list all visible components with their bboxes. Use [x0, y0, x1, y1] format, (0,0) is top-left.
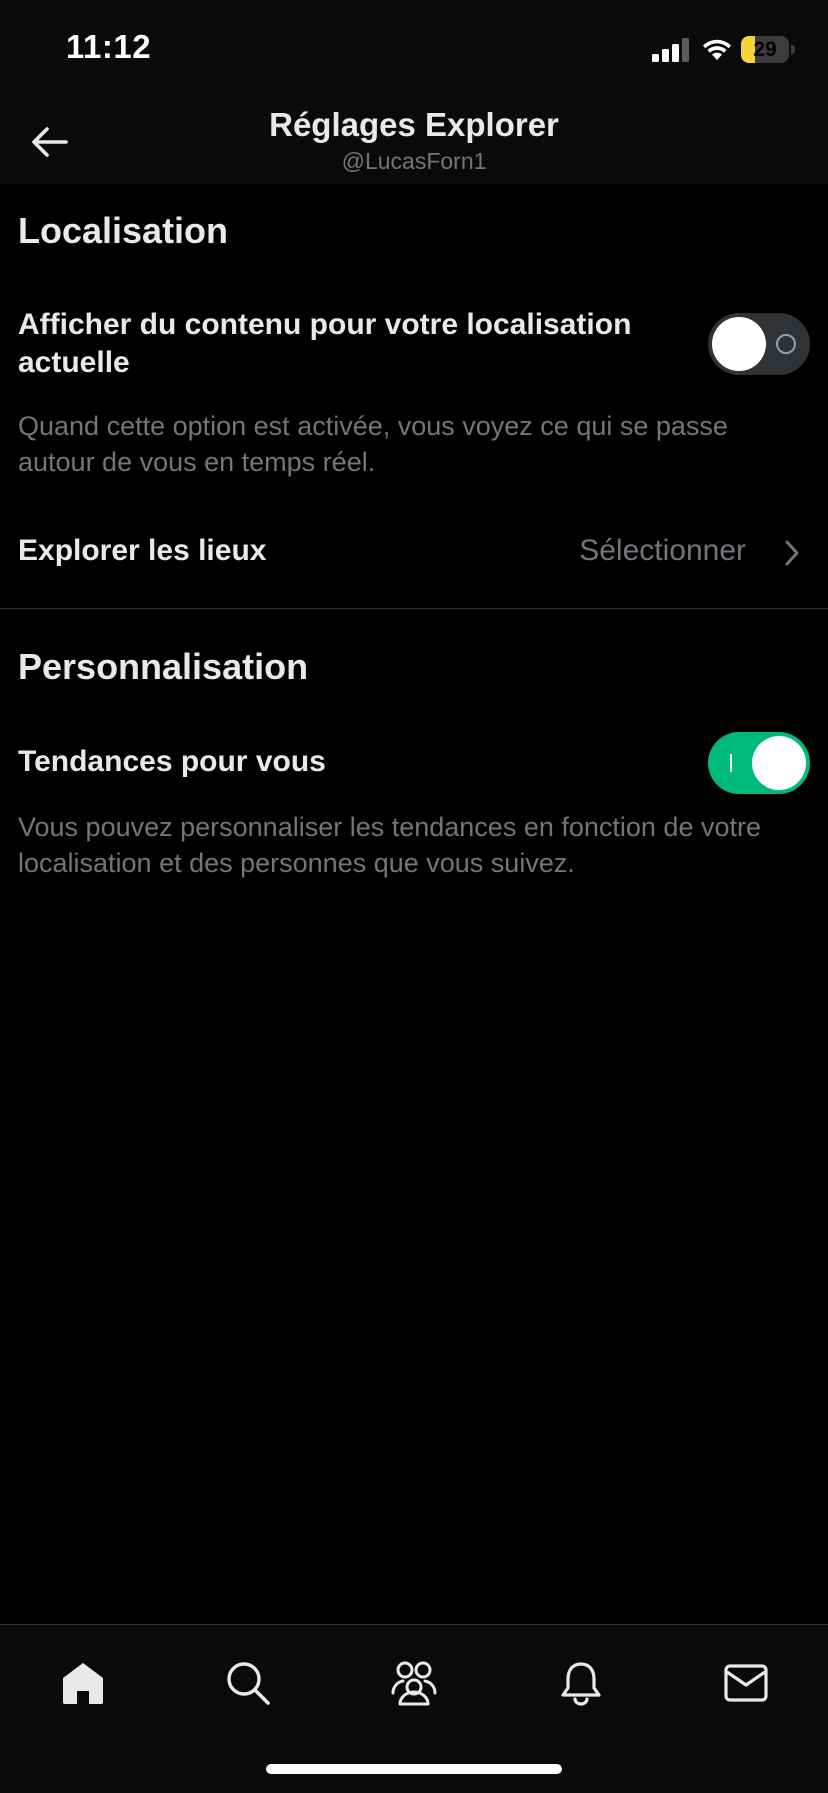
section-title-personalization: Personnalisation — [18, 646, 309, 687]
explore-places-row[interactable]: Explorer les lieux Sélectionner — [0, 510, 828, 595]
trends-for-you-toggle[interactable] — [708, 732, 810, 794]
status-time: 11:12 — [66, 28, 152, 65]
tab-messages[interactable] — [714, 1651, 778, 1715]
tab-search[interactable] — [216, 1651, 280, 1715]
home-indicator — [266, 1764, 562, 1774]
page-subtitle-username: @LucasForn1 — [341, 148, 487, 174]
notifications-bell-icon — [561, 1662, 601, 1706]
communities-icon — [391, 1661, 437, 1706]
home-icon — [63, 1663, 103, 1704]
section-divider — [0, 608, 828, 609]
signal-icon — [652, 38, 689, 62]
tab-home[interactable] — [51, 1651, 115, 1715]
wifi-icon — [703, 39, 731, 60]
battery-icon: 29 — [741, 36, 797, 63]
current-location-description: Quand cette option est activée, vous voy… — [18, 411, 728, 477]
current-location-label: Afficher du contenu pour votre localisat… — [18, 308, 632, 379]
toggle-off-mark — [776, 334, 796, 354]
explore-places-value: Sélectionner — [579, 534, 746, 567]
page-title: Réglages Explorer — [269, 106, 559, 143]
search-icon — [227, 1662, 270, 1705]
current-location-toggle[interactable] — [708, 313, 810, 375]
toggle-on-mark — [730, 754, 732, 772]
toggle-knob — [752, 736, 806, 790]
trends-for-you-label: Tendances pour vous — [18, 745, 326, 778]
battery-level: 29 — [753, 38, 777, 61]
toggle-knob — [712, 317, 766, 371]
page-header: Réglages Explorer @LucasForn1 — [0, 100, 828, 184]
tab-notifications[interactable] — [549, 1651, 613, 1715]
status-bar: 11:12 29 — [0, 0, 828, 100]
chevron-right-icon — [785, 540, 799, 566]
messages-mail-icon — [724, 1664, 768, 1702]
explore-places-label: Explorer les lieux — [18, 534, 267, 567]
tab-communities[interactable] — [382, 1651, 446, 1715]
trends-for-you-description: Vous pouvez personnaliser les tendances … — [18, 812, 761, 878]
section-title-location: Localisation — [18, 210, 229, 251]
